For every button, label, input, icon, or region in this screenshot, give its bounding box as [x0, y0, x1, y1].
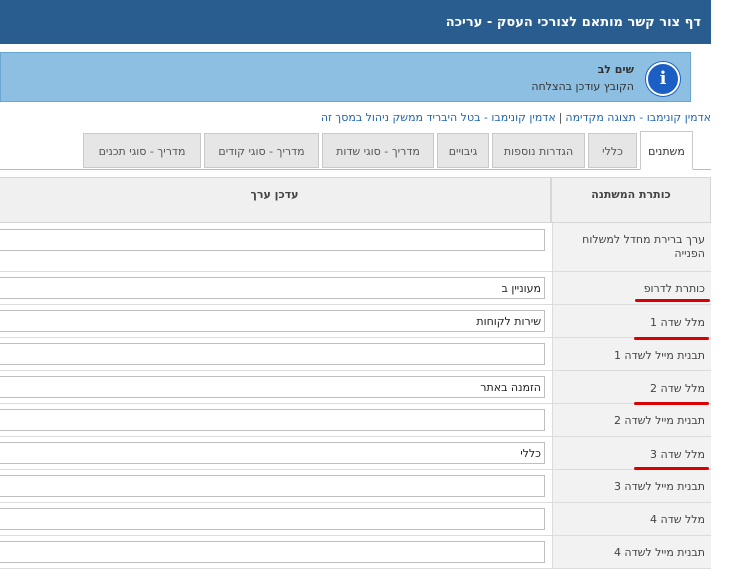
- table-row: תבנית מייל לשדה 4: [0, 536, 711, 569]
- highlight-underline: [634, 402, 709, 405]
- breadcrumb: אדמין קונימבו - תצוגה מקדימה|אדמין קונימ…: [321, 111, 711, 124]
- table-row: מלל שדה 2: [0, 371, 711, 404]
- table-row: תבנית מייל לשדה 1: [0, 338, 711, 371]
- variable-value-input[interactable]: [0, 277, 545, 299]
- variable-label: ערך ברירת מחדל למשלוח הפנייה: [552, 223, 711, 271]
- tab-guide-content-types[interactable]: מדריך - סוגי תכנים: [83, 133, 201, 168]
- page-title: דף צור קשר מותאם לצורכי העסק - עריכה: [445, 15, 701, 30]
- table-row: מלל שדה 1: [0, 305, 711, 338]
- breadcrumb-disable-hybrid-link[interactable]: אדמין קונימבו - בטל היבריד ממשק ניהול במ…: [321, 111, 556, 124]
- variable-value-input[interactable]: [0, 409, 545, 431]
- highlight-underline: [634, 337, 709, 340]
- tab-bar: משתנים כללי הגדרות נוספות גיבויים מדריך …: [0, 131, 711, 170]
- column-header-value: עדכן ערך: [0, 177, 551, 223]
- table-row: מלל שדה 4: [0, 503, 711, 536]
- variable-label: מלל שדה 2: [552, 371, 711, 403]
- tab-backups[interactable]: גיבויים: [437, 133, 489, 168]
- variable-value-input[interactable]: [0, 508, 545, 530]
- tab-guide-field-types[interactable]: מדריך - סוגי שדות: [322, 133, 434, 168]
- tab-variables[interactable]: משתנים: [640, 131, 693, 170]
- variable-value-input[interactable]: [0, 376, 545, 398]
- table-row: תבנית מייל לשדה 3: [0, 470, 711, 503]
- tab-general[interactable]: כללי: [588, 133, 637, 168]
- variable-value-input[interactable]: [0, 541, 545, 563]
- variable-value-input[interactable]: [0, 310, 545, 332]
- variable-label: מלל שדה 3: [552, 437, 711, 469]
- variable-value-input[interactable]: [0, 229, 545, 251]
- variable-label: תבנית מייל לשדה 1: [552, 338, 711, 370]
- breadcrumb-separator: |: [558, 111, 563, 124]
- variable-label: מלל שדה 1: [552, 305, 711, 337]
- highlight-underline: [635, 299, 710, 302]
- variable-label: תבנית מייל לשדה 4: [552, 536, 711, 568]
- table-row: כותרת לדרופ: [0, 272, 711, 305]
- page-header: דף צור קשר מותאם לצורכי העסק - עריכה: [0, 0, 711, 44]
- variable-value-input[interactable]: [0, 343, 545, 365]
- variable-label: תבנית מייל לשדה 2: [552, 404, 711, 436]
- variable-value-input[interactable]: [0, 442, 545, 464]
- table-row: ערך ברירת מחדל למשלוח הפנייה: [0, 223, 711, 272]
- info-icon: i: [646, 62, 680, 96]
- variable-label: תבנית מייל לשדה 3: [552, 470, 711, 502]
- variable-label: מלל שדה 4: [552, 503, 711, 535]
- column-header-title: כותרת המשתנה: [551, 177, 711, 223]
- highlight-underline: [634, 467, 709, 470]
- table-row: מלל שדה 3: [0, 437, 711, 470]
- table-row: תבנית מייל לשדה 2: [0, 404, 711, 437]
- notice-message: הקובץ עודכן בהצלחה: [531, 80, 634, 93]
- tab-additional-settings[interactable]: הגדרות נוספות: [492, 133, 585, 168]
- success-notice: i שים לב הקובץ עודכן בהצלחה: [0, 52, 691, 102]
- notice-title: שים לב: [597, 63, 634, 76]
- breadcrumb-preview-link[interactable]: אדמין קונימבו - תצוגה מקדימה: [565, 111, 711, 124]
- tab-guide-code-types[interactable]: מדריך - סוגי קודים: [204, 133, 319, 168]
- variable-value-input[interactable]: [0, 475, 545, 497]
